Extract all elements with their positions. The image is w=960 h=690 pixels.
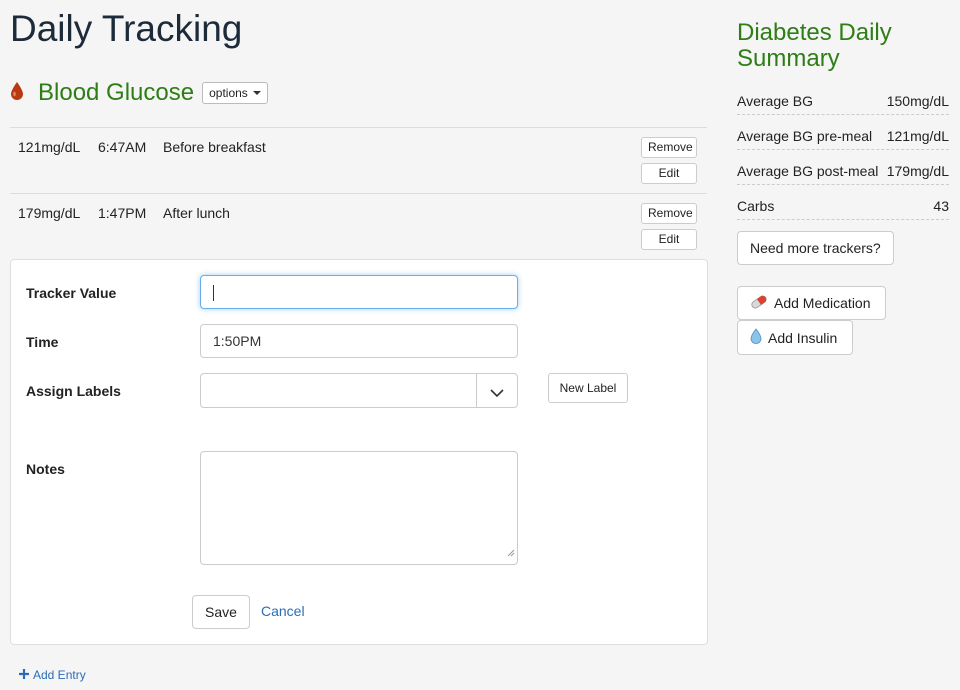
summary-stat: Average BG pre-meal 121mg/dL [737,128,949,150]
summary-stat: Average BG 150mg/dL [737,93,949,115]
stat-label: Average BG post-meal [737,163,879,179]
pill-icon [750,294,774,313]
page-title: Daily Tracking [10,8,243,49]
add-medication-button[interactable]: Add Medication [737,286,886,320]
notes-textarea[interactable] [200,451,518,565]
add-insulin-button[interactable]: Add Insulin [737,320,853,355]
stat-value: 43 [933,198,949,214]
entry-time: 1:47PM [98,205,147,221]
add-entry-link[interactable]: Add Entry [19,668,86,682]
tracker-value-input[interactable] [200,275,518,309]
tracker-value-label: Tracker Value [26,285,117,301]
remove-button[interactable]: Remove [641,137,697,158]
summary-stat: Average BG post-meal 179mg/dL [737,163,949,185]
options-dropdown-button[interactable]: options [202,82,268,104]
section-header: Blood Glucose options [10,78,268,108]
new-label-button[interactable]: New Label [548,373,628,403]
plus-icon [19,668,29,682]
chevron-down-icon[interactable] [490,385,504,403]
text-cursor [213,285,214,302]
entry-value: 179mg/dL [18,205,81,221]
select-divider [476,374,477,407]
entry-time: 6:47AM [98,139,147,155]
cancel-link[interactable]: Cancel [261,603,305,619]
more-trackers-label: Need more trackers? [750,240,881,256]
edit-button[interactable]: Edit [641,229,697,250]
more-trackers-button[interactable]: Need more trackers? [737,231,894,265]
notes-label: Notes [26,461,65,477]
stat-value: 150mg/dL [886,93,949,109]
entry-row: 179mg/dL 1:47PM After lunch Remove Edit [10,193,707,259]
entry-form: Tracker Value Time 1:50PM Assign Labels … [10,259,708,645]
entry-note: After lunch [163,205,230,221]
options-label: options [209,86,248,100]
stat-label: Average BG [737,93,814,109]
edit-button[interactable]: Edit [641,163,697,184]
entry-note: Before breakfast [163,139,266,155]
resize-handle-icon[interactable] [507,544,515,562]
stat-value: 179mg/dL [886,163,949,179]
summary-title: Diabetes Daily Summary [737,19,892,72]
add-insulin-label: Add Insulin [768,329,838,346]
remove-button[interactable]: Remove [641,203,697,224]
assign-labels-label: Assign Labels [26,383,121,399]
assign-labels-select[interactable] [200,373,518,408]
save-button[interactable]: Save [192,595,250,629]
stat-label: Average BG pre-meal [737,128,873,144]
stat-label: Carbs [737,198,775,214]
entry-value: 121mg/dL [18,139,81,155]
add-medication-label: Add Medication [774,295,871,311]
time-label: Time [26,334,59,350]
water-drop-icon [750,328,768,347]
time-input[interactable]: 1:50PM [200,324,518,358]
entry-row: 121mg/dL 6:47AM Before breakfast Remove … [10,127,707,193]
section-title: Blood Glucose [38,79,195,106]
add-entry-label: Add Entry [33,668,86,682]
caret-down-icon [252,91,261,95]
blood-drop-icon [10,81,26,105]
stat-value: 121mg/dL [886,128,949,144]
summary-stat: Carbs 43 [737,198,949,220]
